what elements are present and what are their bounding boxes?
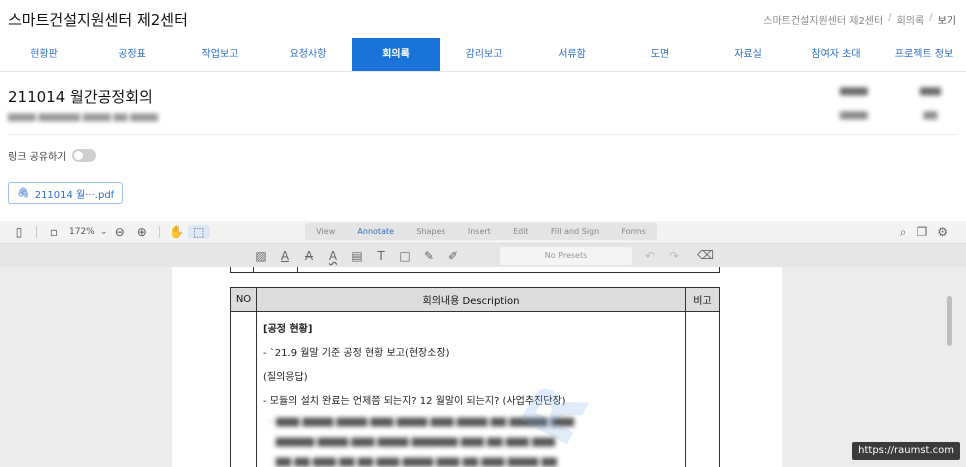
gear-icon[interactable]: ⚙ — [937, 225, 948, 240]
zoom-level[interactable]: 172% — [69, 227, 95, 237]
undo-redo: ↶ ↷ — [645, 249, 679, 263]
breadcrumb-separator: / — [929, 12, 933, 23]
tab-supervision-report[interactable]: 감리보고 — [440, 38, 528, 71]
minutes-line: - `21.9 월말 기준 공정 현황 보고(현장소장) — [263, 348, 450, 359]
breadcrumb-separator: / — [888, 12, 892, 23]
annotation-tools: ▨ A A A ▤ T □ ✎ ✐ — [255, 249, 459, 263]
eraser-icon[interactable]: ⌫ — [697, 248, 714, 262]
viewer-main-toolbar: ▯ ▫ 172% ⌄ ⊖ ⊕ ✋ ⬚ View Annotate Shapes … — [0, 221, 966, 243]
mode-tab-fill-sign[interactable]: Fill and Sign — [551, 227, 599, 236]
pdf-viewer: ▯ ▫ 172% ⌄ ⊖ ⊕ ✋ ⬚ View Annotate Shapes … — [0, 221, 966, 467]
mode-tabs: View Annotate Shapes Insert Edit Fill an… — [305, 223, 657, 240]
main-nav: 현황판 공정표 작업보고 요청사항 회의록 감리보고 서류함 도면 자료실 참여… — [0, 38, 966, 72]
sidebar-toggle-icon[interactable]: ▯ — [8, 225, 30, 239]
toolbar-separator — [36, 226, 37, 238]
mode-tab-view[interactable]: View — [316, 227, 335, 236]
redo-icon[interactable]: ↷ — [669, 249, 679, 263]
mode-tab-shapes[interactable]: Shapes — [416, 227, 445, 236]
pdf-page: NO 회의내용 Description 비고 [공정 현황] - `21.9 월… — [172, 267, 782, 467]
mode-tab-edit[interactable]: Edit — [513, 227, 529, 236]
minutes-line-redacted: - ▆▆▆ ▆▆▆▆ ▆▆▆▆ ▆▆▆ ▆▆▆▆ ▆▆▆ ▆▆▆▆ ▆▆ ▆▆▆… — [263, 416, 574, 427]
link-share: 링크 공유하기 — [8, 148, 97, 163]
comment-icon[interactable]: ▤ — [351, 249, 363, 263]
search-icon[interactable]: ⌕ — [900, 225, 907, 240]
minutes-line: - 모듈의 설치 완료는 언제쯤 되는지? 12 월말이 되는지? (사업추진단… — [263, 396, 566, 407]
presets-dropdown[interactable]: No Presets — [500, 247, 632, 265]
highlighter-icon[interactable]: ✐ — [447, 249, 459, 263]
strikethrough-icon[interactable]: A — [303, 249, 315, 263]
attachment-filename: 211014 월···.pdf — [34, 189, 115, 201]
tab-drawings[interactable]: 도면 — [616, 38, 704, 71]
zoom-out-icon[interactable]: ⊖ — [109, 225, 131, 239]
cell-no — [230, 311, 257, 467]
mode-tab-insert[interactable]: Insert — [468, 227, 491, 236]
squiggly-icon[interactable]: A — [327, 249, 339, 263]
tab-schedule[interactable]: 공정표 — [88, 38, 176, 71]
link-share-toggle[interactable] — [72, 149, 97, 162]
url-badge: https://raumst.com — [852, 442, 960, 460]
vertical-scrollbar[interactable] — [947, 296, 952, 346]
tab-work-report[interactable]: 작업보고 — [176, 38, 264, 71]
underline-icon[interactable]: A — [279, 249, 291, 263]
undo-icon[interactable]: ↶ — [645, 249, 655, 263]
cell-note — [685, 311, 720, 467]
minutes-line-redacted: ▆▆ ▆▆ ▆▆▆ ▆▆ ▆▆ ▆▆▆ ▆▆▆▆ ▆▆▆ ▆▆ ▆▆▆ ▆▆▆▆… — [263, 456, 557, 467]
breadcrumb: 스마트건설지원센터 제2센터 / 회의록 / 보기 — [763, 12, 956, 27]
meeting-title: 211014 월간공정회의 — [8, 88, 153, 106]
zoom-in-icon[interactable]: ⊕ — [131, 225, 153, 239]
paperclip-icon: 🖇 — [17, 187, 30, 199]
cell-description: [공정 현황] - `21.9 월말 기준 공정 현황 보고(현장소장) (질의… — [256, 311, 686, 467]
header-no: NO — [230, 287, 257, 312]
pen-icon[interactable]: ✎ — [423, 249, 435, 263]
tab-dashboard[interactable]: 현황판 — [0, 38, 88, 71]
top-bar: 스마트건설지원센터 제2센터 스마트건설지원센터 제2센터 / 회의록 / 보기 — [0, 0, 966, 38]
stamp-icon[interactable]: ▨ — [255, 249, 267, 263]
app-title: 스마트건설지원센터 제2센터 — [8, 11, 188, 29]
selection-icon[interactable]: ⬚ — [187, 225, 210, 239]
minutes-line: [공정 현황] — [263, 324, 313, 335]
viewer-right-icons: ⌕ ❐ ⚙ — [900, 225, 948, 240]
pan-hand-icon[interactable]: ✋ — [166, 225, 188, 239]
tab-requests[interactable]: 요청사항 — [264, 38, 352, 71]
comments-icon[interactable]: ❐ — [916, 225, 927, 240]
page-fit-icon[interactable]: ▫ — [43, 225, 65, 239]
meta-views-redacted: ▆▆▆ ▆▆ — [920, 86, 941, 120]
header-note: 비고 — [685, 287, 720, 312]
meta-author-redacted: ▆▆▆▆ ▆▆▆▆ — [840, 86, 868, 120]
annotation-toolbar: ▨ A A A ▤ T □ ✎ ✐ No Presets ↶ ↷ ⌫ — [0, 243, 966, 267]
meeting-subtitle-redacted: ▆▆▆▆ ▆▆▆▆▆▆ ▆▆▆▆ ▆▆ ▆▆▆▆ — [8, 112, 158, 122]
tab-invite[interactable]: 참여자 초대 — [792, 38, 880, 71]
header-description: 회의내용 Description — [256, 287, 686, 312]
minutes-line-redacted: ▆▆▆▆▆ ▆▆▆▆ ▆▆▆ ▆▆▆▆ ▆▆▆▆▆▆ ▆▆▆ ▆▆ ▆▆▆ ▆▆… — [263, 436, 555, 447]
breadcrumb-item-view: 보기 — [937, 16, 956, 27]
minutes-table: NO 회의내용 Description 비고 [공정 현황] - `21.9 월… — [230, 287, 720, 467]
tab-archive[interactable]: 자료실 — [704, 38, 792, 71]
link-share-label: 링크 공유하기 — [8, 152, 67, 163]
mode-tab-forms[interactable]: Forms — [621, 227, 645, 236]
chevron-down-icon[interactable]: ⌄ — [99, 227, 109, 237]
divider — [8, 134, 958, 135]
text-icon[interactable]: T — [375, 249, 387, 263]
minutes-line: (질의응답) — [263, 372, 308, 383]
previous-table-bottom — [230, 267, 720, 273]
breadcrumb-item-minutes[interactable]: 회의록 — [897, 12, 925, 27]
mode-tab-annotate[interactable]: Annotate — [357, 227, 394, 236]
tab-minutes[interactable]: 회의록 — [352, 38, 440, 71]
attachment-chip[interactable]: 🖇 211014 월···.pdf — [8, 182, 124, 204]
tab-project-info[interactable]: 프로젝트 정보 — [880, 38, 966, 71]
toolbar-separator — [158, 226, 160, 238]
breadcrumb-item-center[interactable]: 스마트건설지원센터 제2센터 — [763, 12, 883, 27]
tab-documents[interactable]: 서류함 — [528, 38, 616, 71]
rectangle-icon[interactable]: □ — [399, 249, 411, 263]
